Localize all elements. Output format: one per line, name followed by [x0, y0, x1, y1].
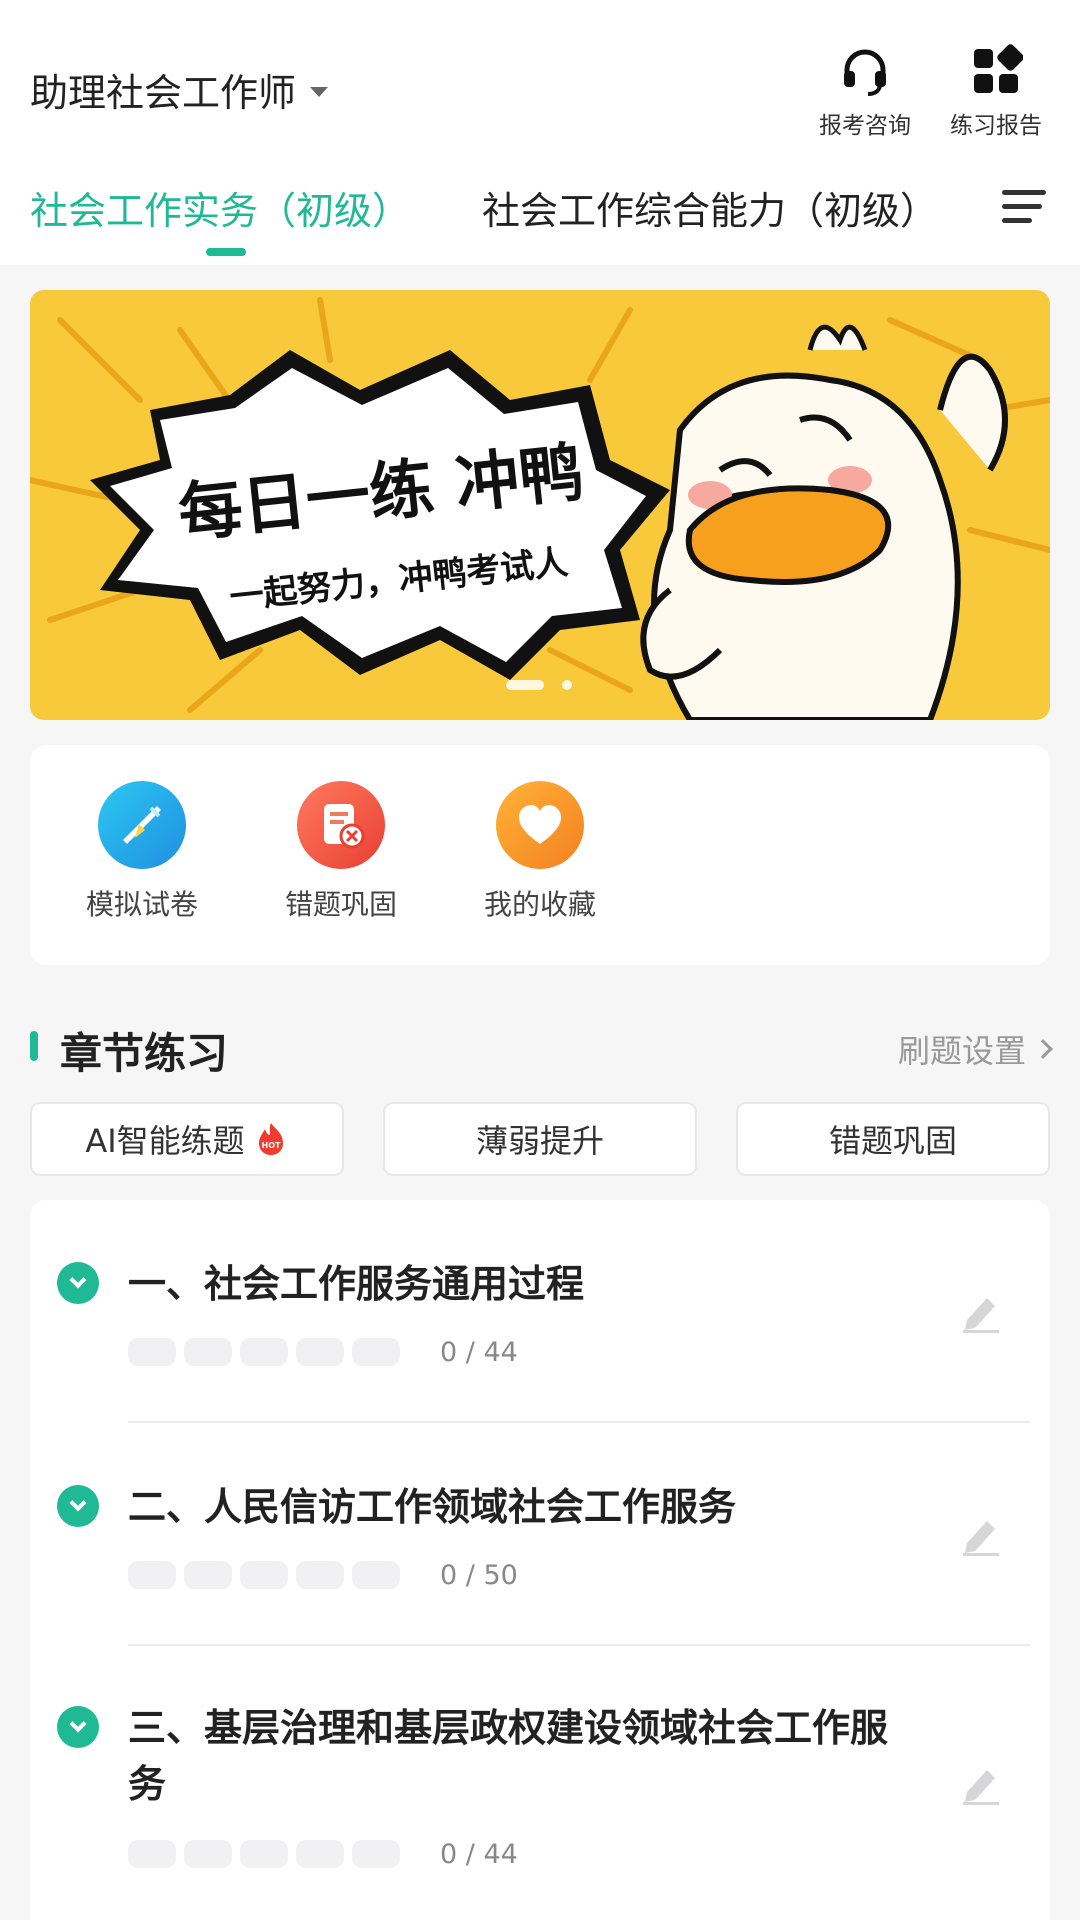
pencil-icon[interactable]	[957, 1511, 1003, 1557]
headset-icon	[844, 49, 886, 96]
menu-icon[interactable]	[1002, 190, 1046, 226]
practice-settings-label: 刷题设置	[897, 1032, 1026, 1070]
chapter-name: 二、人民信访工作领域社会工作服务	[128, 1485, 737, 1529]
chapter-progress: 0 / 50	[440, 1560, 518, 1591]
subject-tabs: 社会工作实务（初级） 社会工作综合能力（初级）	[30, 180, 1050, 260]
expand-chevron-icon[interactable]	[57, 1262, 99, 1304]
progress-segments	[128, 1338, 400, 1366]
divider	[128, 1421, 1030, 1423]
caret-down-icon	[310, 86, 329, 97]
carousel-dot-active[interactable]	[506, 680, 544, 690]
tab-practice[interactable]: 社会工作实务（初级）	[30, 180, 410, 235]
favorites-button[interactable]: 我的收藏	[450, 781, 630, 923]
banner-illustration: 每日一练 冲鸭 一起努力，冲鸭考试人	[30, 297, 1050, 720]
heart-icon	[496, 781, 584, 869]
favorites-label: 我的收藏	[483, 888, 596, 921]
carousel-dots	[506, 680, 572, 690]
expand-chevron-icon[interactable]	[57, 1485, 99, 1527]
divider	[128, 1644, 1030, 1646]
active-tab-indicator	[206, 248, 246, 256]
hot-badge-text: HOT	[261, 1141, 280, 1150]
practice-mode-chips: AI智能练题 HOT 薄弱提升 错题巩固	[30, 1102, 1050, 1176]
chapter-name: 一、社会工作服务通用过程	[128, 1262, 585, 1306]
wrong-consolidate-chip[interactable]: 错题巩固	[736, 1102, 1050, 1176]
chapter-progress: 0 / 44	[440, 1839, 518, 1870]
report-label: 练习报告	[950, 113, 1042, 139]
quick-actions-card: 模拟试卷 错题巩固 我的收藏	[30, 745, 1050, 965]
pencil-icon[interactable]	[957, 1760, 1003, 1806]
promo-banner[interactable]: 每日一练 冲鸭 一起努力，冲鸭考试人	[30, 290, 1050, 720]
chapter-list: 一、社会工作服务通用过程 0 / 44 二、人民信访工作领域社会工作服务 0 /…	[30, 1200, 1050, 1920]
ai-practice-chip[interactable]: AI智能练题 HOT	[30, 1102, 344, 1176]
mock-exam-button[interactable]: 模拟试卷	[52, 781, 232, 923]
grid-icon	[974, 44, 1023, 93]
carousel-dot[interactable]	[562, 680, 572, 690]
wrong-review-button[interactable]: 错题巩固	[251, 781, 431, 923]
section-accent-bar	[30, 1031, 38, 1061]
expand-chevron-icon[interactable]	[57, 1706, 99, 1748]
section-title: 章节练习	[60, 1029, 229, 1078]
error-doc-icon	[297, 781, 385, 869]
report-button[interactable]: 练习报告	[936, 44, 1056, 140]
progress-segments	[128, 1840, 400, 1868]
hot-badge-icon: HOT	[258, 1123, 283, 1155]
paper-plane-icon	[98, 781, 186, 869]
wrong-consolidate-label: 错题巩固	[828, 1122, 957, 1160]
wrong-review-label: 错题巩固	[284, 888, 397, 921]
weak-improve-label: 薄弱提升	[475, 1122, 604, 1160]
progress-segments	[128, 1561, 400, 1589]
exam-title: 助理社会工作师	[30, 71, 297, 115]
chapter-progress: 0 / 44	[440, 1337, 518, 1368]
exam-selector[interactable]: 助理社会工作师	[30, 62, 329, 117]
top-bar: 助理社会工作师 报考咨询 练习报告 社会工作实务（初级） 社会工作综合能力（初级…	[0, 0, 1080, 265]
consult-button[interactable]: 报考咨询	[805, 44, 925, 140]
consult-label: 报考咨询	[819, 113, 911, 139]
pencil-icon[interactable]	[957, 1288, 1003, 1334]
chevron-right-icon	[1033, 1039, 1053, 1059]
mock-exam-label: 模拟试卷	[85, 888, 198, 921]
chapter-name: 三、基层治理和基层政权建设领域社会工作服务	[128, 1706, 889, 1806]
practice-settings-link[interactable]: 刷题设置	[897, 1026, 1053, 1072]
tab-comprehensive[interactable]: 社会工作综合能力（初级）	[482, 180, 938, 235]
ai-practice-label: AI智能练题	[85, 1122, 245, 1160]
weak-improve-chip[interactable]: 薄弱提升	[383, 1102, 697, 1176]
